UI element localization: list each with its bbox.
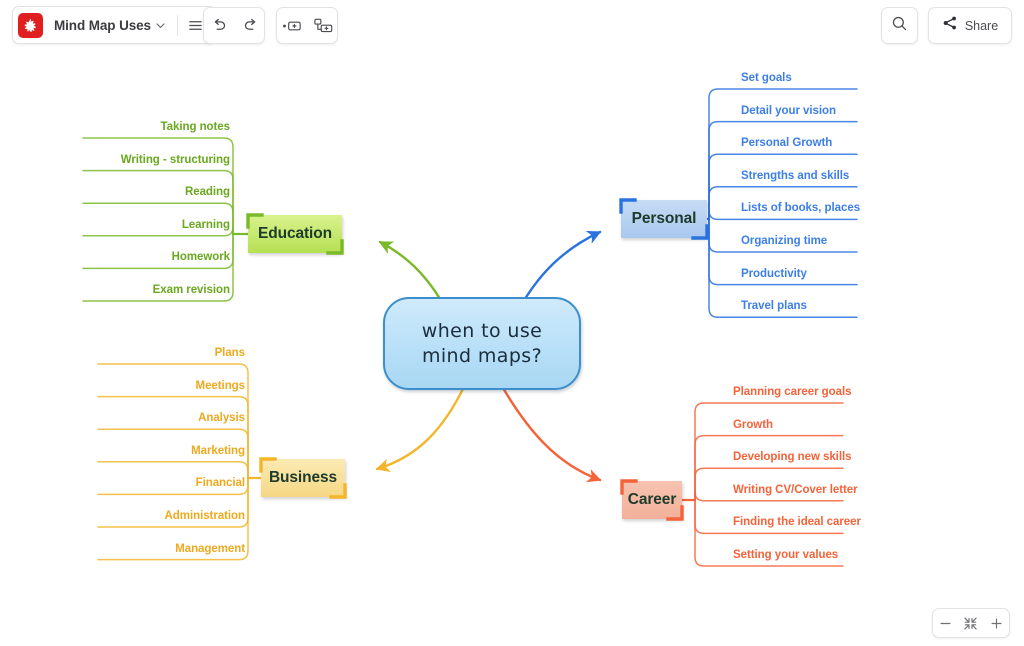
leaf-node[interactable]: Organizing time [741,235,827,247]
fit-to-screen-icon[interactable] [960,612,982,634]
leaf-node[interactable]: Developing new skills [733,451,852,463]
leaf-node[interactable]: Finding the ideal career [733,516,861,528]
leaf-node[interactable]: Administration [0,510,246,522]
leaf-node[interactable]: Analysis [0,412,245,424]
leaf-node[interactable]: Personal Growth [741,137,832,149]
leaf-node[interactable]: Lists of books, places [741,202,860,214]
leaf-node[interactable]: Writing - structuring [0,154,230,166]
leaf-node[interactable]: Learning [0,219,230,231]
insert-node-toolbar-group [276,7,338,44]
leaf-connector [97,461,249,479]
leaf-node[interactable]: Taking notes [0,121,231,133]
leaf-node[interactable]: Detail your vision [741,105,836,117]
leaf-node[interactable]: Financial [0,477,245,489]
branch-node-label: Business [268,469,338,486]
zoom-in-button[interactable] [985,612,1007,634]
add-sibling-node-icon[interactable] [277,11,308,40]
branch-node-label: Personal [631,210,697,227]
chevron-down-icon[interactable] [155,20,166,31]
leaf-node[interactable]: Marketing [0,445,245,457]
zoom-out-button[interactable] [935,612,957,634]
search-button[interactable] [881,7,918,44]
leaf-node[interactable]: Strengths and skills [741,170,849,182]
zoom-controls [932,608,1010,638]
leaf-node[interactable]: Plans [0,347,245,359]
root-label-line-1: when to use [421,319,543,342]
leaf-node[interactable]: Reading [0,186,230,198]
document-toolbar-group: Mind Map Uses [12,6,216,44]
top-toolbar: Mind Map Uses Share [0,0,1024,52]
branch-connector-business [375,385,466,473]
mindmap-canvas[interactable]: when to use mind maps? Taking notes Writing… [0,52,1024,646]
leaf-node[interactable]: Writing CV/Cover letter [733,484,858,496]
branch-node-business[interactable]: Business [259,457,347,499]
branch-connector-career [501,386,602,483]
branch-node-label: Career [627,491,677,508]
redo-arrow-icon[interactable] [235,11,266,40]
branch-node-career[interactable]: Career [620,479,684,521]
leaf-node[interactable]: Planning career goals [733,386,852,398]
leaf-node[interactable]: Growth [733,419,773,431]
leaf-node[interactable]: Homework [0,251,230,263]
share-button[interactable]: Share [928,7,1012,44]
mindmeister-logo-icon[interactable] [18,12,43,38]
leaf-node[interactable]: Set goals [741,72,792,84]
leaf-node[interactable]: Travel plans [741,300,807,312]
root-node-label: when to use mind maps? [422,319,543,369]
search-icon [891,15,908,37]
root-node[interactable]: when to use mind maps? [383,297,581,390]
root-label-line-2: mind maps? [421,344,543,367]
branch-node-personal[interactable]: Personal [619,198,709,240]
undo-arrow-icon[interactable] [204,11,235,40]
history-toolbar-group [203,7,265,44]
leaf-node[interactable]: Productivity [741,268,807,280]
leaf-node[interactable]: Management [0,543,245,555]
leaf-node[interactable]: Meetings [0,380,246,392]
branch-node-education[interactable]: Education [246,213,344,255]
share-icon [942,15,958,36]
share-label: Share [964,18,999,33]
leaf-node[interactable]: Setting your values [733,549,838,561]
add-child-node-icon[interactable] [308,11,339,40]
document-title[interactable]: Mind Map Uses [43,18,155,33]
branch-node-label: Education [257,225,333,242]
leaf-connector [97,395,249,479]
toolbar-divider [176,14,178,36]
leaf-node[interactable]: Exam revision [0,284,230,296]
